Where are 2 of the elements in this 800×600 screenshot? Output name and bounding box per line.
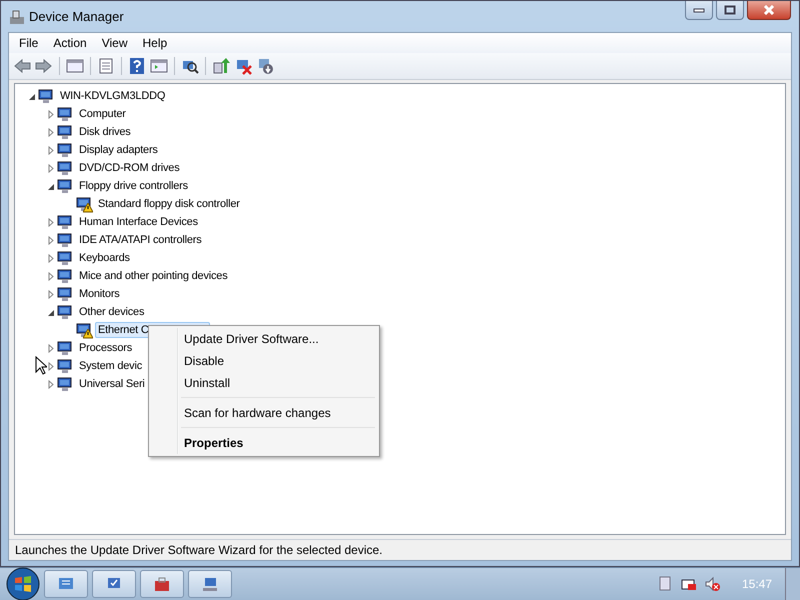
status-text: Launches the Update Driver Software Wizard for the selected device. bbox=[15, 543, 383, 557]
window-title: Device Manager bbox=[29, 9, 124, 24]
